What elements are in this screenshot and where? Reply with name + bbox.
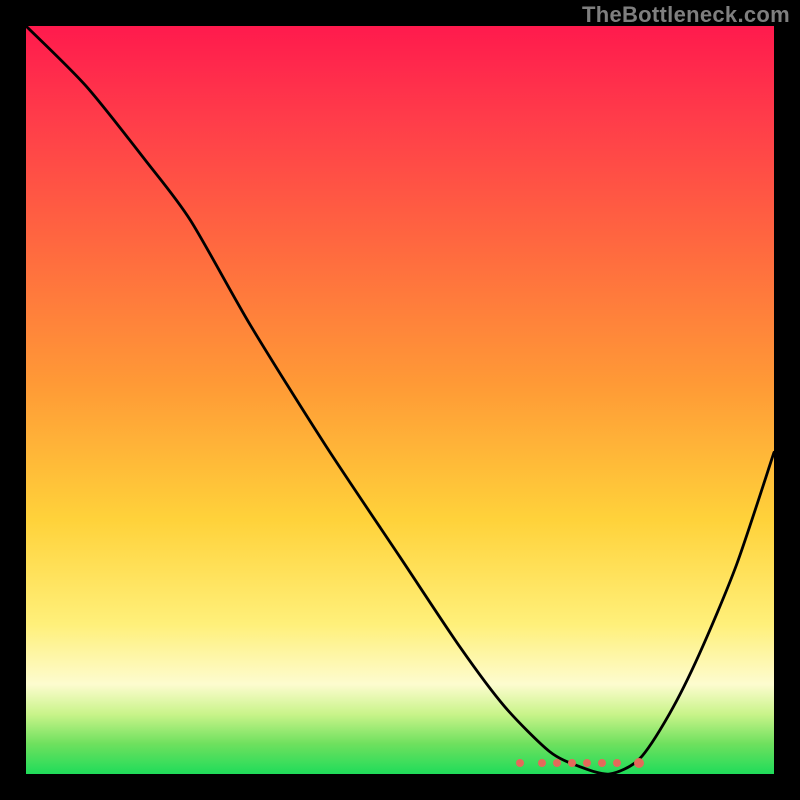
valley-marker-dot <box>634 758 644 768</box>
watermark-text: TheBottleneck.com <box>582 2 790 28</box>
valley-marker-dot <box>598 759 606 767</box>
valley-marker-dot <box>583 759 591 767</box>
chart-frame: TheBottleneck.com <box>0 0 800 800</box>
plot-area <box>26 26 774 774</box>
valley-marker-dot <box>538 759 546 767</box>
valley-marker-dot <box>613 759 621 767</box>
valley-marker-group <box>26 26 774 774</box>
valley-marker-dot <box>553 759 561 767</box>
valley-marker-dot <box>568 759 576 767</box>
valley-marker-dot <box>516 759 524 767</box>
